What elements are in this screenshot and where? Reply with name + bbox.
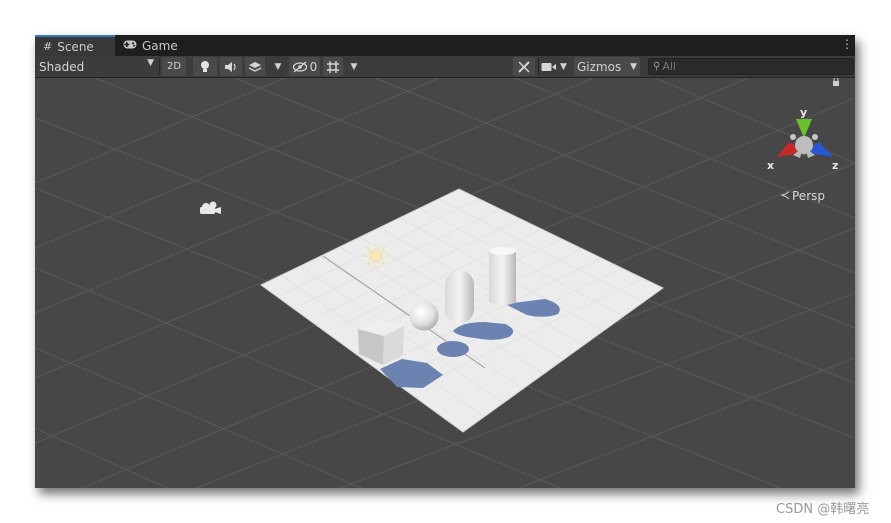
camera-gizmo-icon[interactable] (200, 201, 221, 215)
scene-window: # Scene Game ⋮ Shaded ▼ 2D ▼ 0 ▼ ▼ Gizmo… (35, 35, 855, 488)
hidden-eye-icon (292, 61, 307, 72)
search-input[interactable] (660, 60, 843, 73)
toolbar-divider (159, 58, 160, 75)
capsule[interactable] (445, 270, 474, 324)
gamepad-icon (123, 39, 137, 52)
draw-mode-label: Shaded (39, 59, 85, 74)
draw-mode-dropdown[interactable]: Shaded ▼ (35, 57, 157, 76)
video-camera-icon (541, 62, 556, 71)
grid-snap-icon (327, 60, 339, 73)
gizmo-z-label: z (832, 159, 838, 172)
toolbar-divider (538, 58, 539, 75)
projection-label: Persp (792, 189, 825, 203)
wrench-icon (518, 60, 530, 73)
tab-scene[interactable]: # Scene (35, 35, 115, 56)
lighting-toggle-button[interactable] (193, 57, 217, 76)
camera-dropdown-arrow-icon: ▼ (560, 61, 567, 72)
gizmos-label: Gizmos (577, 59, 622, 74)
grid-icon: # (43, 40, 53, 53)
sphere[interactable] (409, 301, 439, 331)
search-field[interactable]: ⚲ (648, 58, 854, 75)
tab-game[interactable]: Game (115, 35, 185, 56)
tab-game-label: Game (142, 38, 178, 53)
grid-dropdown-arrow[interactable]: ▼ (347, 57, 361, 76)
2d-toggle-button[interactable]: 2D (162, 57, 186, 76)
audio-toggle-button[interactable] (220, 57, 242, 76)
scene-viewport[interactable]: y x z ≺ Persp (35, 78, 855, 488)
grid-toggle-button[interactable] (323, 57, 343, 76)
scene-toolbar: Shaded ▼ 2D ▼ 0 ▼ ▼ Gizmos ▼ ⚲ All (35, 56, 855, 78)
gizmos-dropdown-arrow-icon: ▼ (630, 61, 637, 72)
more-options-icon[interactable]: ⋮ (841, 37, 853, 51)
watermark: CSDN @韩曙亮 (776, 502, 870, 517)
effects-dropdown-arrow[interactable]: ▼ (271, 57, 285, 76)
cylinder[interactable] (489, 247, 516, 305)
scene-canvas: y x z ≺ Persp (35, 78, 855, 488)
gizmo-x-label: x (767, 159, 774, 172)
persp-icon: ≺ (780, 188, 790, 202)
dropdown-arrow-icon: ▼ (147, 58, 154, 68)
camera-settings-button[interactable]: ▼ (541, 57, 573, 76)
effects-stack-icon (248, 61, 262, 72)
gizmos-dropdown[interactable]: Gizmos ▼ (574, 57, 640, 76)
sphere-shadow (437, 341, 469, 357)
speaker-icon (225, 61, 236, 72)
gizmo-y-label: y (800, 106, 807, 119)
2d-label: 2D (166, 61, 182, 72)
scene-visibility-button[interactable]: 0 (289, 57, 320, 76)
lightbulb-icon (201, 60, 209, 72)
tab-bar: # Scene Game ⋮ (35, 35, 855, 56)
hidden-count: 0 (309, 59, 318, 74)
search-icon: ⚲ (653, 61, 661, 72)
effects-button[interactable] (245, 57, 265, 76)
projection-toggle[interactable]: ≺ Persp (780, 188, 825, 203)
tab-scene-label: Scene (57, 39, 94, 54)
tools-button[interactable] (513, 57, 535, 76)
